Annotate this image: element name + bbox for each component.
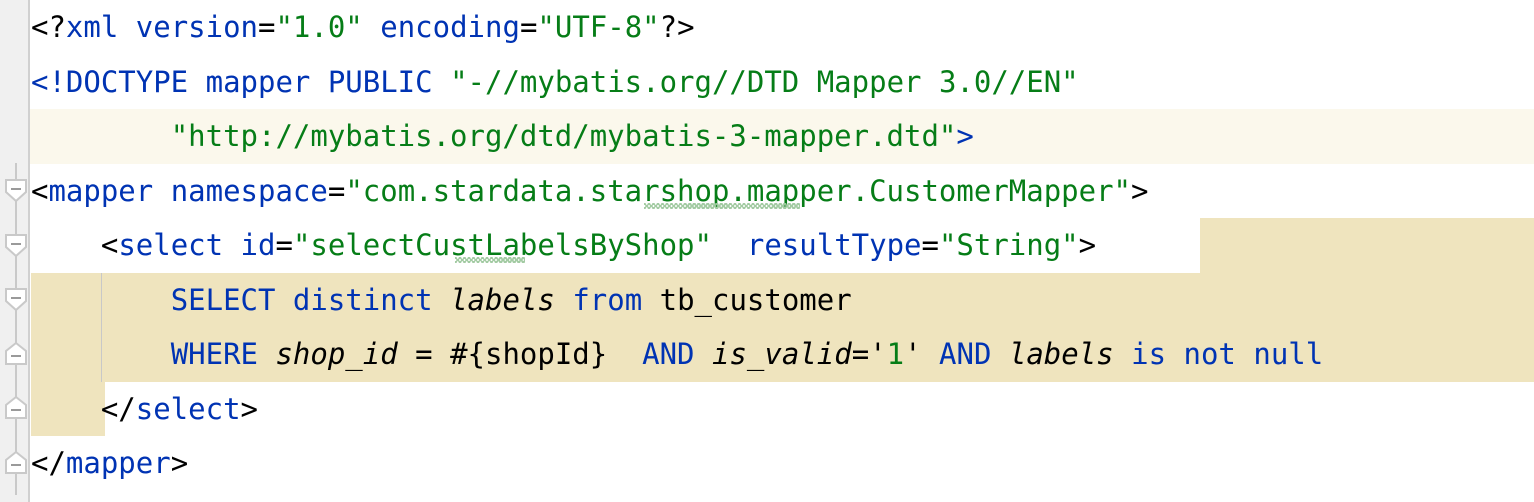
code-line-content: <?xml version="1.0" encoding="UTF-8"?> — [31, 10, 695, 44]
code-line-content: </select> — [100, 391, 258, 426]
code-line-content: WHERE shop_id = #{shopId} AND is_valid='… — [170, 337, 1324, 371]
code-line[interactable]: </mapper> — [0, 436, 1534, 491]
code-line[interactable]: <!DOCTYPE mapper PUBLIC "-//mybatis.org/… — [0, 55, 1534, 110]
code-line-content: <!DOCTYPE mapper PUBLIC "-//mybatis.org/… — [31, 64, 1079, 99]
spellcheck-squiggle — [644, 203, 800, 209]
spellcheck-squiggle — [455, 257, 525, 263]
code-line[interactable]: </select> — [0, 382, 1534, 437]
code-line[interactable]: SELECT distinct labels from tb_customer — [0, 273, 1534, 328]
code-line[interactable]: "http://mybatis.org/dtd/mybatis-3-mapper… — [0, 109, 1534, 164]
code-lines[interactable]: <?xml version="1.0" encoding="UTF-8"?> <… — [0, 0, 1534, 502]
code-editor[interactable]: <?xml version="1.0" encoding="UTF-8"?> <… — [0, 0, 1534, 502]
code-line-content: </mapper> — [31, 446, 189, 480]
code-line[interactable]: <?xml version="1.0" encoding="UTF-8"?> — [0, 0, 1534, 55]
code-line-content: <mapper namespace="com.stardata.starshop… — [31, 173, 1149, 208]
code-line[interactable]: <select id="selectCustLabelsByShop" resu… — [0, 218, 1534, 273]
code-line-content: <select id="selectCustLabelsByShop" resu… — [100, 228, 1097, 262]
code-line[interactable]: <mapper namespace="com.stardata.starshop… — [0, 164, 1534, 219]
code-line-content: SELECT distinct labels from tb_customer — [170, 282, 852, 317]
code-line[interactable]: WHERE shop_id = #{shopId} AND is_valid='… — [0, 327, 1534, 382]
code-line-content: "http://mybatis.org/dtd/mybatis-3-mapper… — [170, 119, 974, 153]
